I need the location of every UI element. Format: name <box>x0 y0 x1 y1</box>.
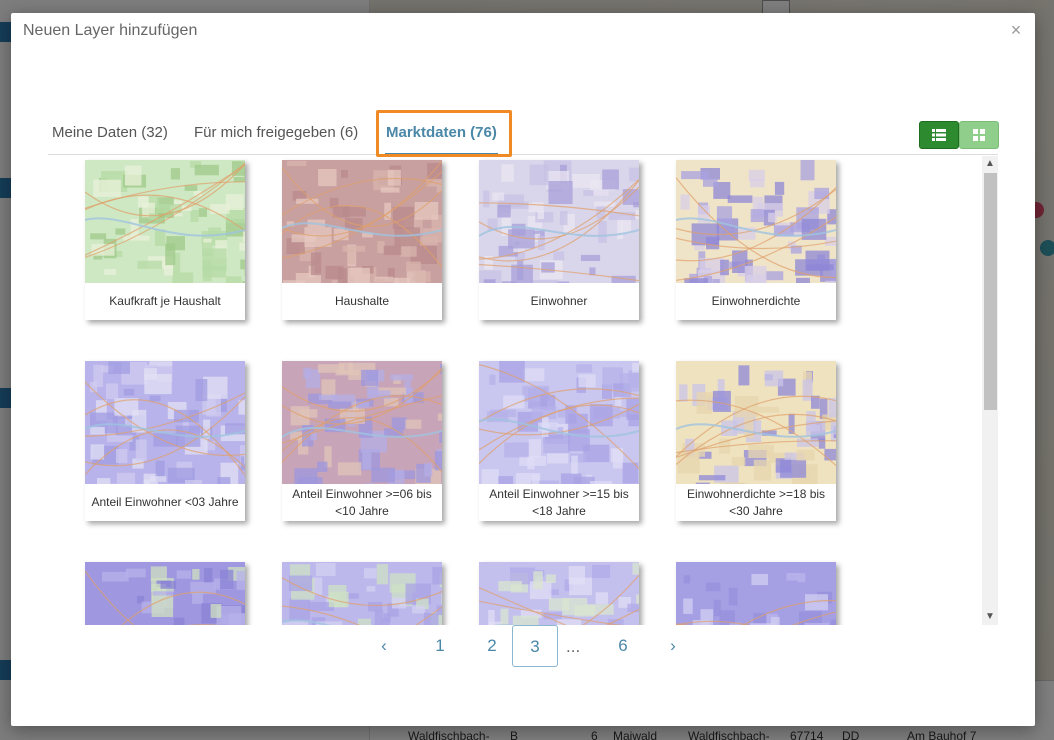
tab-meine-daten[interactable]: Meine Daten (32) <box>52 111 168 155</box>
layer-card-label: Einwohnerdichte >=18 bis <30 Jahre <box>686 486 826 518</box>
grid-view-button[interactable] <box>959 121 999 149</box>
map-thumbnail <box>282 160 442 283</box>
grid-icon <box>973 129 985 141</box>
add-layer-dialog: Neuen Layer hinzufügen × Meine Daten (32… <box>11 13 1035 726</box>
close-button[interactable]: × <box>1007 21 1025 39</box>
layer-card-label: Einwohner <box>530 294 588 308</box>
scroll-thumb[interactable] <box>984 173 997 410</box>
map-thumbnail <box>479 361 639 484</box>
pagination-page-6[interactable]: 6 <box>600 625 646 667</box>
layer-card-label: Haushalte <box>334 294 390 308</box>
layer-card[interactable] <box>676 562 836 625</box>
pagination-next[interactable]: › <box>650 625 696 667</box>
scroll-down-icon[interactable]: ▼ <box>982 609 998 625</box>
layer-card[interactable]: Kaufkraft je Haushalt <box>85 160 245 320</box>
layer-card[interactable]: Anteil Einwohner <03 Jahre <box>85 361 245 521</box>
layer-card[interactable]: Anteil Einwohner >=15 bis <18 Jahre <box>479 361 639 521</box>
layer-grid: Kaufkraft je Haushalt Haushalte Einwohner E… <box>49 156 982 625</box>
map-thumbnail <box>676 160 836 283</box>
map-thumbnail <box>676 361 836 484</box>
pagination-page-1[interactable]: 1 <box>417 625 463 667</box>
scroll-up-icon[interactable]: ▲ <box>982 156 998 172</box>
layer-card[interactable]: Einwohner <box>479 160 639 320</box>
list-view-button[interactable] <box>919 121 959 149</box>
map-thumbnail <box>85 562 245 625</box>
pagination-ellipsis: ... <box>566 637 581 656</box>
layer-card[interactable] <box>479 562 639 625</box>
map-thumbnail <box>282 562 442 625</box>
layer-card[interactable]: Anteil Einwohner >=06 bis <10 Jahre <box>282 361 442 521</box>
layer-source-tabs: Meine Daten (32) Für mich freigegeben (6… <box>48 111 998 155</box>
map-thumbnail <box>85 361 245 484</box>
list-icon <box>932 129 946 141</box>
close-icon: × <box>1010 20 1022 40</box>
tab-marktdaten[interactable]: Marktdaten (76) <box>385 111 498 155</box>
layer-card[interactable]: Einwohnerdichte >=18 bis <30 Jahre <box>676 361 836 521</box>
map-thumbnail <box>282 361 442 484</box>
layer-card[interactable] <box>282 562 442 625</box>
pagination-prev[interactable]: ‹ <box>361 625 407 667</box>
grid-scrollbar[interactable]: ▲ ▼ <box>982 156 998 625</box>
layer-card-label: Einwohnerdichte <box>711 294 801 308</box>
layer-card-label: Anteil Einwohner >=06 bis <10 Jahre <box>292 486 432 518</box>
tab-fuer-mich-freigegeben[interactable]: Für mich freigegeben (6) <box>194 111 358 155</box>
pagination-page-2[interactable]: 2 <box>469 625 515 667</box>
layer-card-label: Kaufkraft je Haushalt <box>109 294 221 308</box>
pagination-page-3[interactable]: 3 <box>512 625 558 667</box>
view-toggle <box>919 121 999 149</box>
map-thumbnail <box>479 160 639 283</box>
map-thumbnail <box>479 562 639 625</box>
layer-card[interactable]: Haushalte <box>282 160 442 320</box>
layer-card-label: Anteil Einwohner <03 Jahre <box>91 495 239 509</box>
dialog-title: Neuen Layer hinzufügen <box>23 22 198 39</box>
map-thumbnail <box>676 562 836 625</box>
layer-card[interactable] <box>85 562 245 625</box>
layer-card[interactable]: Einwohnerdichte <box>676 160 836 320</box>
layer-card-label: Anteil Einwohner >=15 bis <18 Jahre <box>489 486 629 518</box>
map-thumbnail <box>85 160 245 283</box>
